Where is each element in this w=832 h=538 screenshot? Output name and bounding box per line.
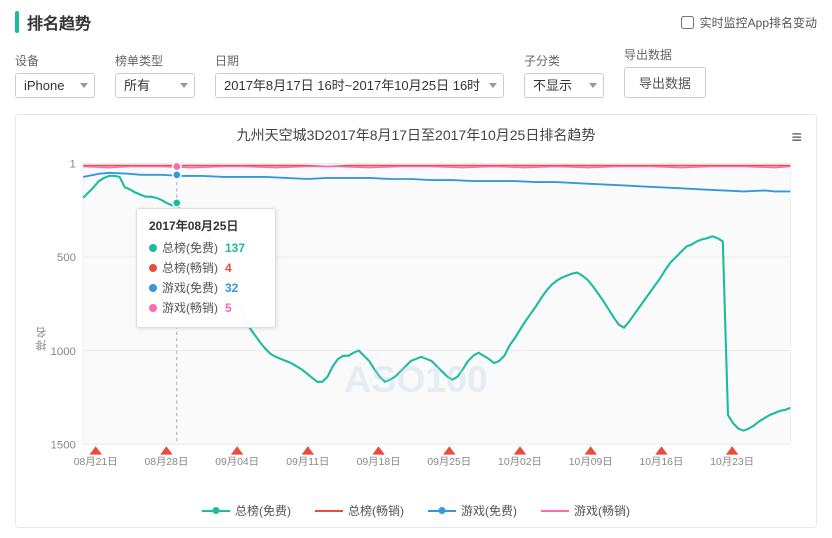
chart-svg: 1 500 1000 1500 08月21日 08月28日 09月04日 09月… [26,153,806,496]
svg-text:10月16日: 10月16日 [640,456,684,468]
legend-item-paid-game: 游戏(畅销) [541,502,630,519]
date-filter-group: 日期 2017年8月17日 16时~2017年10月25日 16时 [215,52,504,98]
svg-text:09月18日: 09月18日 [357,456,401,468]
svg-text:1500: 1500 [51,439,76,451]
svg-text:ASO100: ASO100 [344,358,488,400]
export-label: 导出数据 [624,46,706,63]
legend-label-paid-game: 游戏(畅销) [574,502,630,519]
section-title-accent [15,11,19,33]
section-header: 排名趋势 实时监控App排名变动 [15,10,817,34]
svg-text:10月23日: 10月23日 [710,456,754,468]
svg-text:1000: 1000 [51,346,76,358]
chart-type-select[interactable]: 所有 免费 付费 畅销 [115,73,195,98]
subcategory-label: 子分类 [524,52,604,69]
export-button[interactable]: 导出数据 [624,67,706,98]
svg-text:09月04日: 09月04日 [215,456,259,468]
svg-text:10月02日: 10月02日 [498,456,542,468]
chart-type-label: 榜单类型 [115,52,195,69]
device-label: 设备 [15,52,95,69]
date-label: 日期 [215,52,504,69]
date-select[interactable]: 2017年8月17日 16时~2017年10月25日 16时 [215,73,504,98]
chart-area: 九州天空城3D2017年8月17日至2017年10月25日排名趋势 ≡ 排名 1… [15,114,817,528]
chart-type-filter-group: 榜单类型 所有 免费 付费 畅销 [115,52,195,98]
realtime-monitor: 实时监控App排名变动 [681,14,817,31]
export-filter-group: 导出数据 导出数据 [624,46,706,98]
section-title-bar: 排名趋势 [15,10,91,34]
realtime-checkbox[interactable] [681,16,694,29]
section-title: 排名趋势 [27,10,91,34]
filters-row: 设备 iPhone iPad 榜单类型 所有 免费 付费 畅销 日期 2017年… [15,46,817,98]
subcategory-filter-group: 子分类 不显示 显示 [524,52,604,98]
chart-legend: 总榜(免费) 总榜(畅销) 游戏(免费) 游戏(畅销) [26,502,806,519]
svg-text:10月09日: 10月09日 [569,456,613,468]
svg-text:08月28日: 08月28日 [144,456,188,468]
chart-svg-wrapper: 排名 1 500 1000 1500 08月21日 08月28日 09月04日 [26,153,806,496]
svg-text:09月25日: 09月25日 [427,456,471,468]
svg-text:09月11日: 09月11日 [286,456,329,468]
legend-label-free-game: 游戏(免费) [461,502,517,519]
device-filter-group: 设备 iPhone iPad [15,52,95,98]
device-select[interactable]: iPhone iPad [15,73,95,98]
svg-text:500: 500 [57,252,76,264]
legend-item-free-game: 游戏(免费) [428,502,517,519]
chart-title: 九州天空城3D2017年8月17日至2017年10月25日排名趋势 [26,125,806,145]
svg-text:08月21日: 08月21日 [74,456,118,468]
chart-menu-icon[interactable]: ≡ [791,127,802,148]
realtime-label: 实时监控App排名变动 [700,14,817,31]
svg-text:1: 1 [70,159,76,171]
page-container: 排名趋势 实时监控App排名变动 设备 iPhone iPad 榜单类型 所有 … [0,0,832,538]
legend-label-free-total: 总榜(免费) [235,502,291,519]
legend-item-paid-total: 总榜(畅销) [315,502,404,519]
y-axis-label: 排名 [34,325,50,351]
legend-label-paid-total: 总榜(畅销) [348,502,404,519]
subcategory-select[interactable]: 不显示 显示 [524,73,604,98]
legend-item-free-total: 总榜(免费) [202,502,291,519]
